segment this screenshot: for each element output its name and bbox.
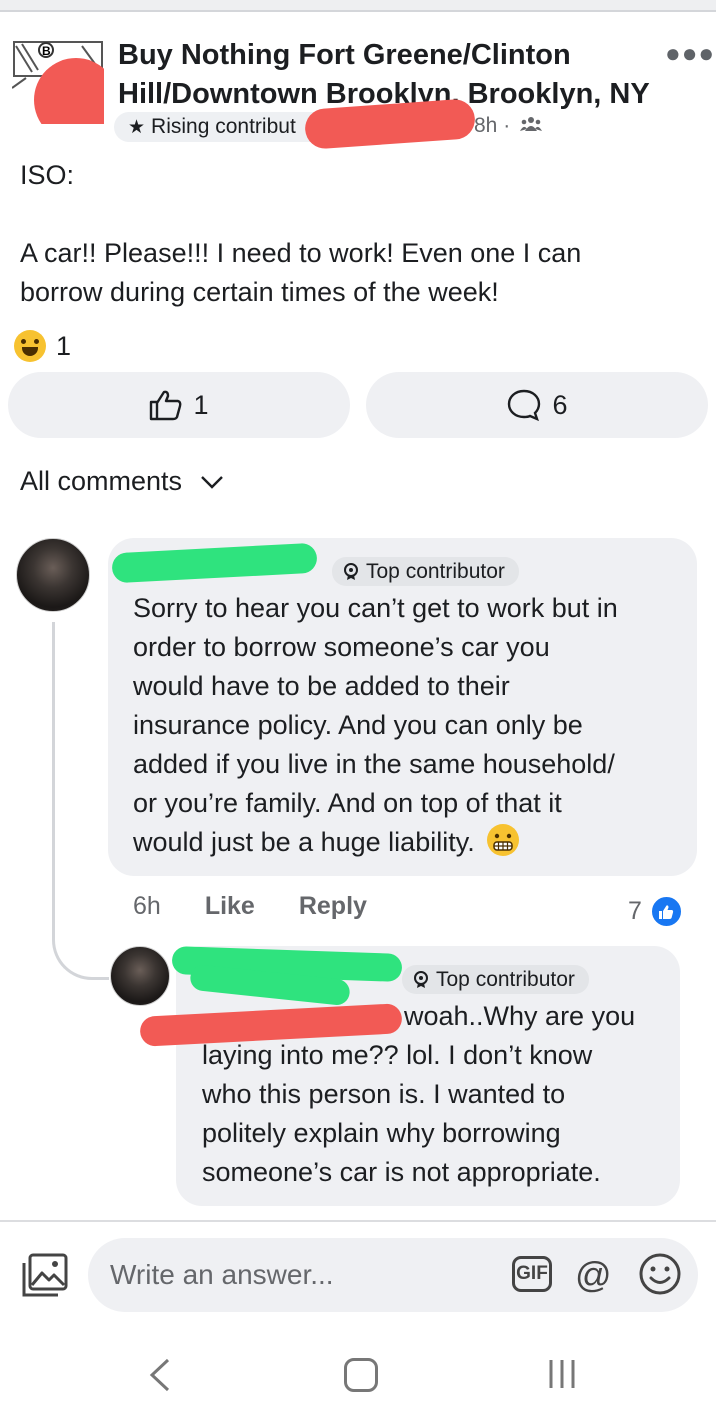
post-meta: 8h · (474, 114, 543, 138)
all-comments-filter[interactable]: All comments (20, 466, 224, 497)
thumbs-up-icon (150, 390, 182, 421)
comment-text-line: or you’re family. And on top of that it (133, 788, 562, 818)
all-comments-label: All comments (20, 466, 183, 496)
like-badge-icon (649, 895, 683, 928)
comment-text-line: would have to be added to their (133, 671, 510, 701)
grimacing-face-icon (487, 824, 520, 856)
comment-text-line: would just be a huge liability. (133, 823, 520, 862)
group-title[interactable]: Buy Nothing Fort Greene/Clinton Hill/Dow… (118, 36, 658, 114)
reaction-summary[interactable]: 1 (14, 330, 71, 362)
answer-composer[interactable]: GIF @ (88, 1238, 698, 1312)
answer-input[interactable] (108, 1252, 492, 1298)
comment-icon (508, 389, 541, 422)
comment-text-line: insurance policy. And you can only be (133, 710, 583, 740)
top-contributor-badge: Top contributor (332, 557, 519, 586)
comment-count: 6 (552, 389, 568, 420)
system-navigation-bar (0, 1330, 716, 1417)
comment-button[interactable]: 6 (366, 372, 708, 438)
recent-apps-icon[interactable] (548, 1358, 576, 1390)
mention-icon[interactable]: @ (575, 1254, 612, 1296)
photo-icon[interactable] (22, 1253, 68, 1302)
gif-icon[interactable]: GIF (512, 1256, 552, 1292)
group-icon (520, 114, 543, 137)
award-icon (344, 562, 358, 580)
post-text-line: A car!! Please!!! I need to work! Even o… (20, 238, 582, 268)
grinning-face-icon (14, 330, 46, 362)
top-contributor-label: Top contributor (366, 559, 505, 583)
reply-text-line: woah..Why are you (404, 1001, 636, 1031)
reply-text-line: someone’s car is not appropriate. (202, 1157, 601, 1187)
chevron-down-icon (201, 475, 223, 489)
comment-actions: 6h Like Reply (133, 892, 411, 921)
commenter-avatar[interactable] (16, 538, 90, 612)
award-icon (414, 970, 428, 988)
emoji-icon[interactable] (638, 1252, 682, 1301)
reply-text-line: politely explain why borrowing (202, 1118, 561, 1148)
comment-text-line: Sorry to hear you can’t get to work but … (133, 593, 618, 623)
top-contributor-label: Top contributor (436, 967, 575, 991)
comment-text-line: added if you live in the same household/ (133, 749, 615, 779)
reply-text-line: laying into me?? lol. I don’t know (202, 1040, 593, 1070)
thread-line (52, 622, 109, 980)
like-button[interactable]: 1 (8, 372, 350, 438)
reply-text-line: who this person is. I wanted to (202, 1079, 566, 1109)
more-options-icon[interactable]: ●●● (665, 38, 715, 69)
group-avatar[interactable]: B (11, 38, 118, 142)
like-count: 1 (193, 389, 209, 420)
post-text-iso: ISO: (20, 160, 75, 190)
home-icon[interactable] (344, 1358, 378, 1392)
top-divider (0, 0, 716, 12)
back-icon[interactable] (148, 1358, 172, 1392)
svg-text:B: B (42, 44, 51, 58)
reaction-count: 1 (56, 330, 72, 361)
comment-reply-button[interactable]: Reply (299, 892, 367, 921)
top-contributor-badge: Top contributor (402, 965, 589, 994)
post-text-line: borrow during certain times of the week! (20, 277, 499, 307)
comment-text-line: order to borrow someone’s car you (133, 632, 550, 662)
composer-divider (0, 1220, 716, 1222)
comment-like-count[interactable]: 7 (628, 895, 683, 928)
post-time[interactable]: 8h (474, 114, 497, 137)
comment-time: 6h (133, 892, 161, 920)
reply-avatar[interactable] (110, 946, 170, 1006)
star-icon: ★ (128, 116, 146, 138)
rising-contributor-label: Rising contribut (151, 115, 296, 138)
comment-like-button[interactable]: Like (205, 892, 255, 921)
